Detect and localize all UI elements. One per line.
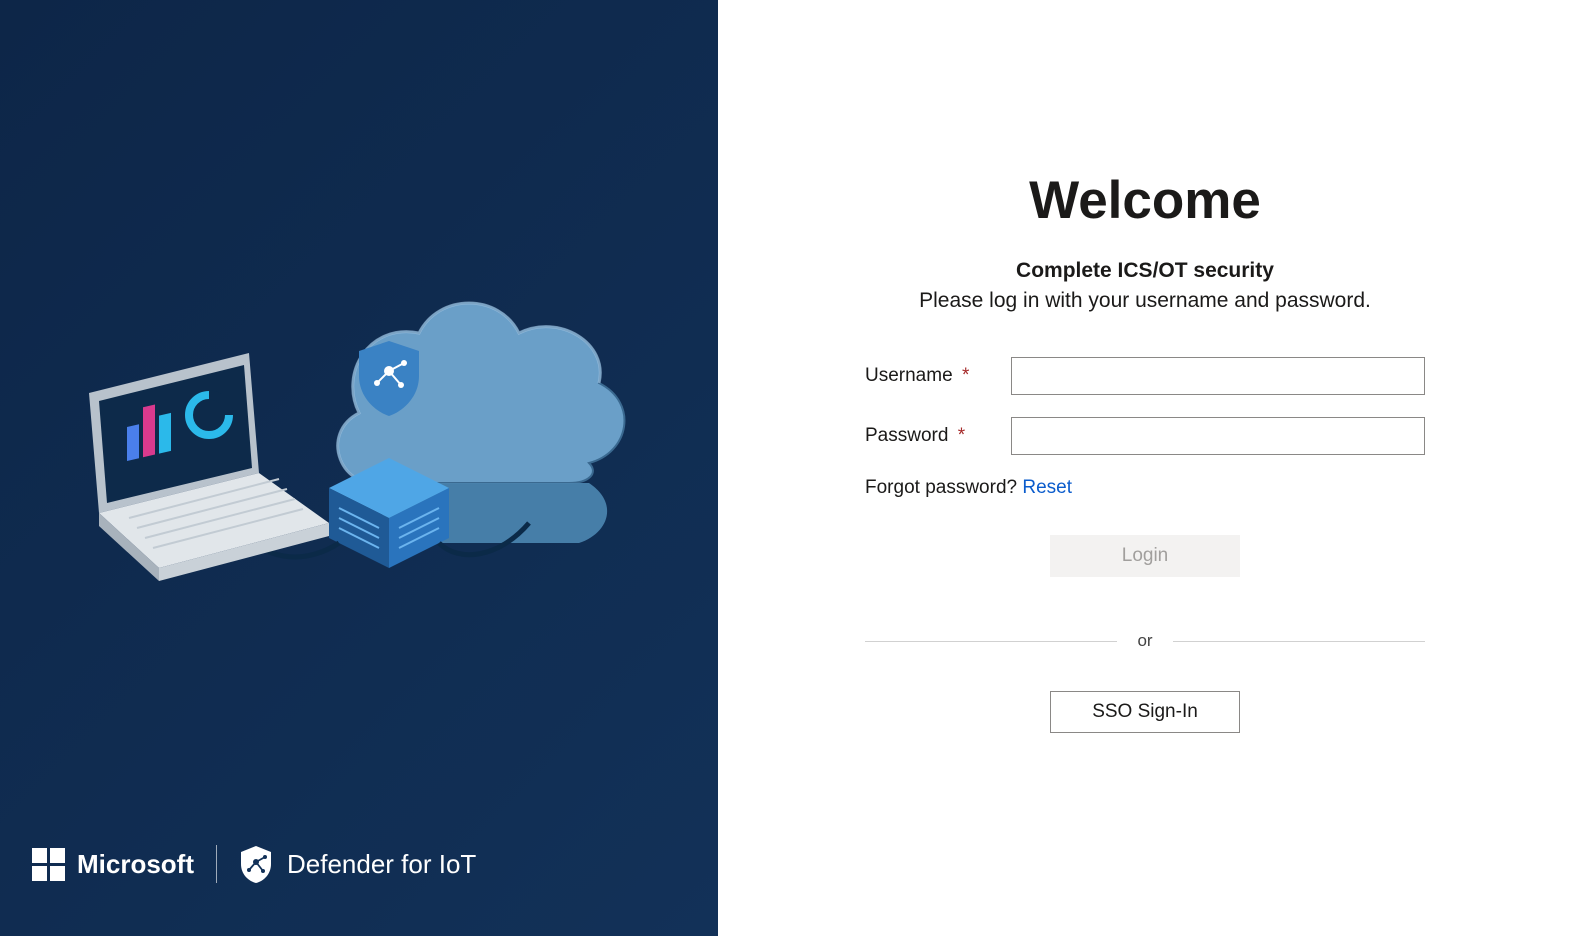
required-asterisk: * (962, 365, 969, 386)
subtitle-bold: Complete ICS/OT security (1016, 259, 1274, 283)
product-label: Defender for IoT (287, 849, 476, 880)
subtitle-instruction: Please log in with your username and pas… (919, 289, 1371, 313)
password-row: Password * (865, 417, 1425, 455)
shield-icon (239, 844, 273, 884)
microsoft-logo: Microsoft (32, 848, 194, 881)
page-title: Welcome (1029, 170, 1261, 231)
username-input[interactable] (1011, 357, 1425, 395)
login-panel: Welcome Complete ICS/OT security Please … (718, 0, 1572, 936)
password-label: Password * (865, 425, 1011, 447)
or-label: or (1117, 631, 1172, 651)
login-button[interactable]: Login (1050, 535, 1240, 577)
login-form: Username * Password * Forgot password? R… (865, 357, 1425, 577)
divider-line (865, 641, 1117, 642)
microsoft-label: Microsoft (77, 849, 194, 880)
brand-divider (216, 845, 217, 883)
illustration-container (0, 0, 718, 936)
forgot-password-row: Forgot password? Reset (865, 477, 1425, 499)
defender-brand: Defender for IoT (239, 844, 476, 884)
password-input[interactable] (1011, 417, 1425, 455)
reset-link[interactable]: Reset (1022, 477, 1072, 498)
or-divider: or (865, 631, 1425, 651)
brand-footer: Microsoft Defender for IoT (32, 844, 476, 884)
microsoft-squares-icon (32, 848, 65, 881)
branding-panel: Microsoft Defender for IoT (0, 0, 718, 936)
username-row: Username * (865, 357, 1425, 395)
sso-signin-button[interactable]: SSO Sign-In (1050, 691, 1240, 733)
required-asterisk: * (958, 425, 965, 446)
username-label: Username * (865, 365, 1011, 387)
forgot-password-label: Forgot password? (865, 477, 1022, 498)
divider-line (1173, 641, 1425, 642)
username-label-text: Username (865, 365, 953, 386)
password-label-text: Password (865, 425, 948, 446)
hero-illustration (29, 243, 689, 603)
